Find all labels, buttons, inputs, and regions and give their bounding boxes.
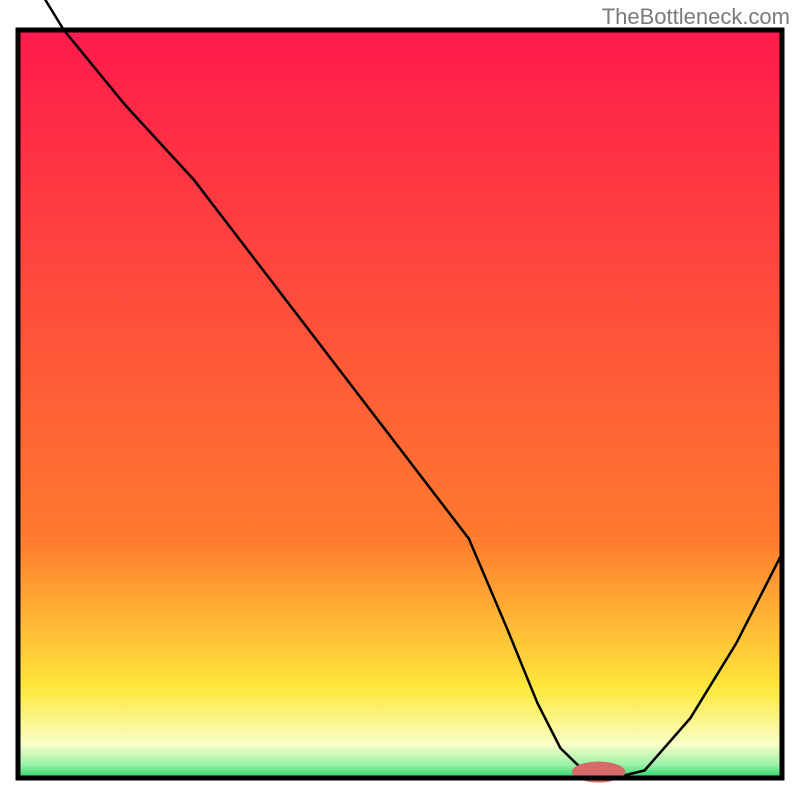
chart-container: TheBottleneck.com — [0, 0, 800, 800]
watermark-text: TheBottleneck.com — [602, 4, 790, 30]
bottleneck-chart — [0, 0, 800, 800]
gradient-background — [18, 30, 782, 778]
